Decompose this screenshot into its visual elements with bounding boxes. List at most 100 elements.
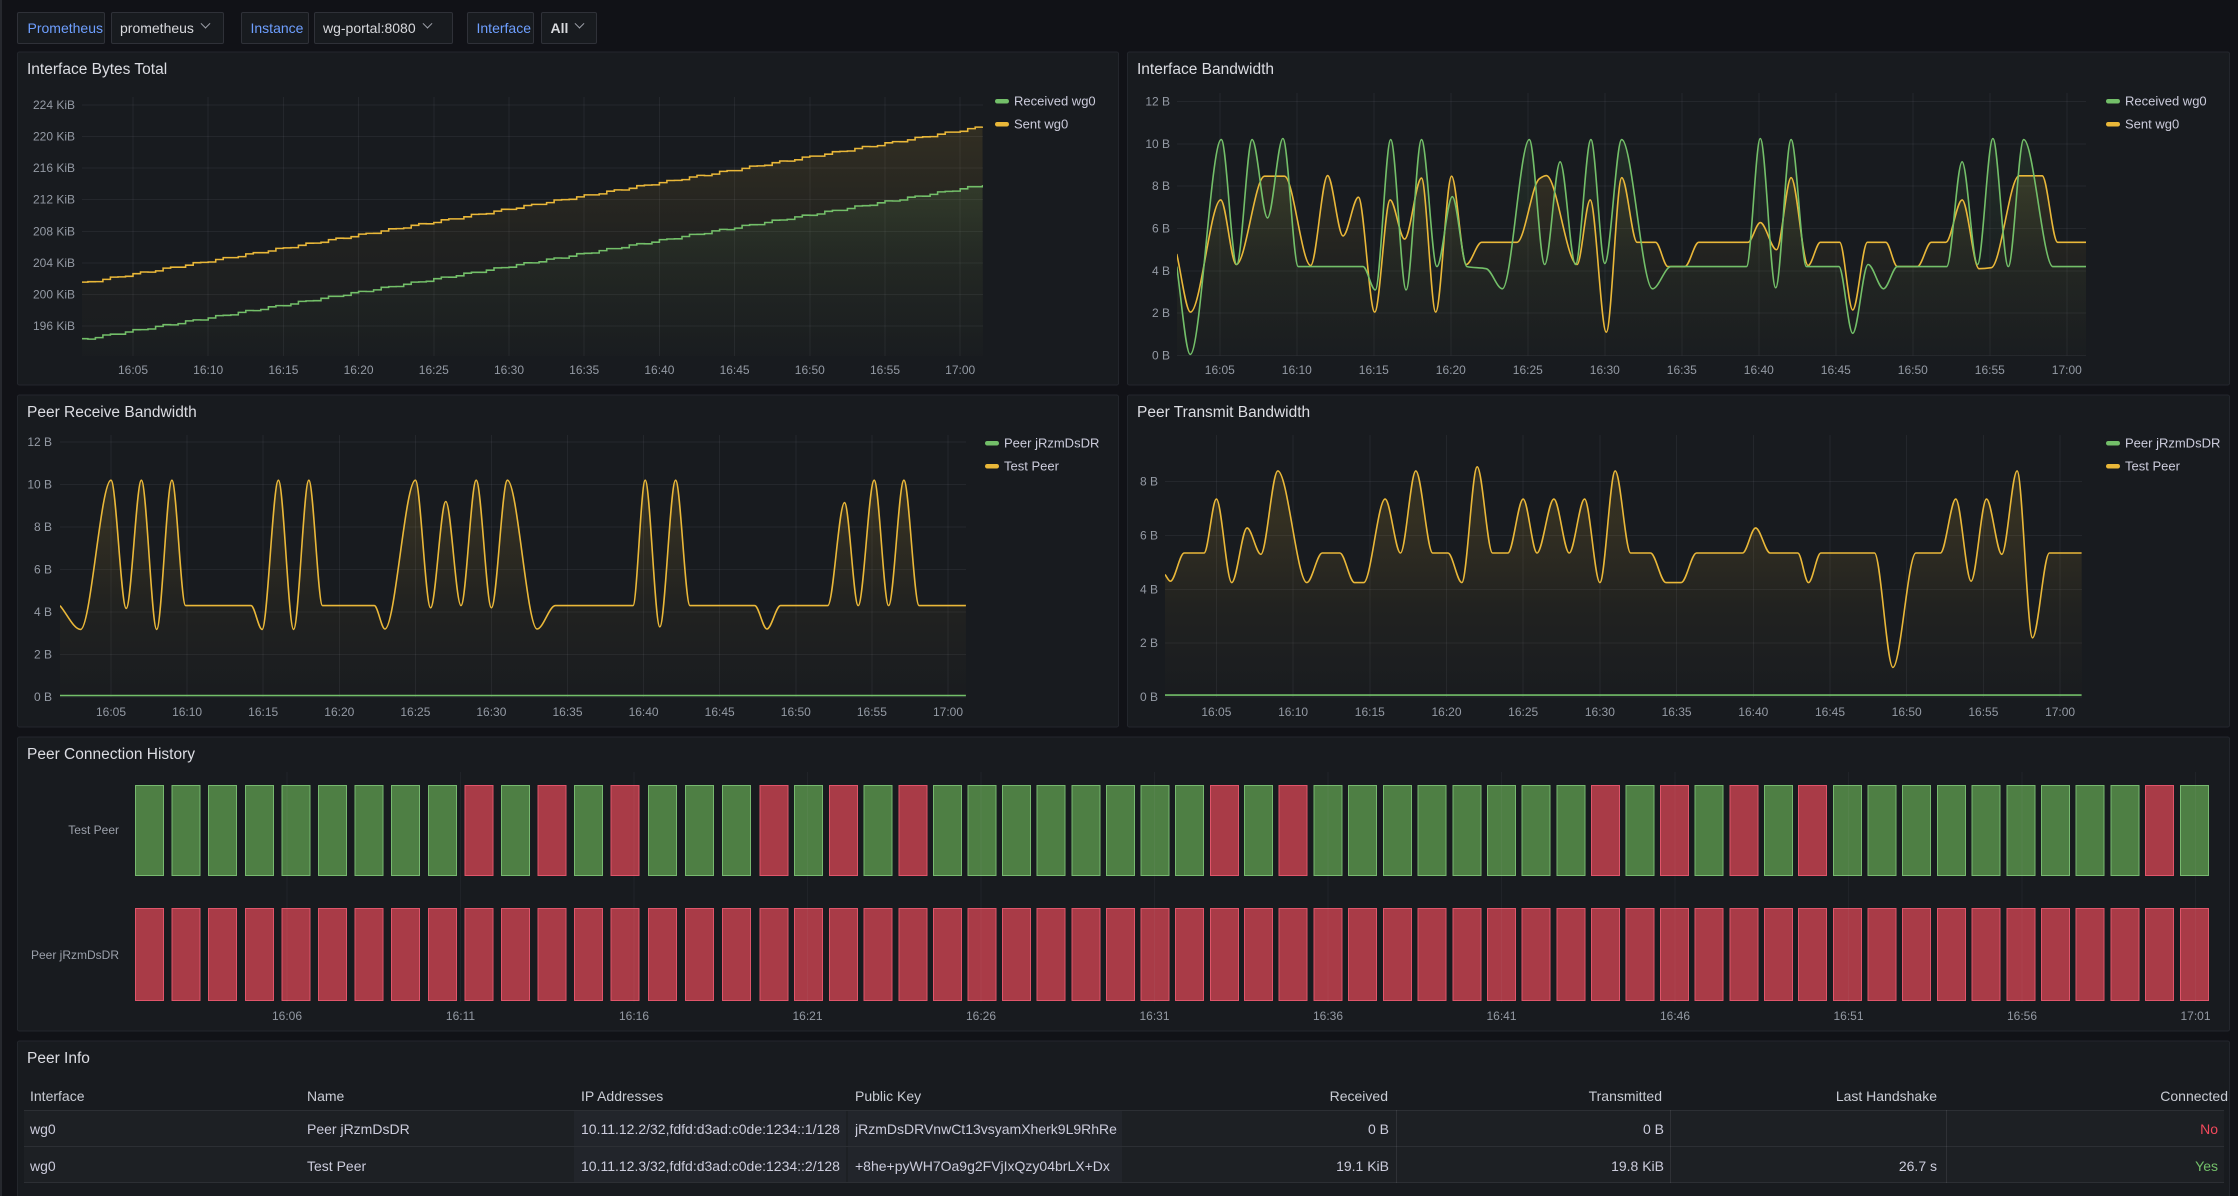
svg-text:16:15: 16:15 — [1359, 363, 1389, 377]
svg-text:16:50: 16:50 — [1892, 705, 1922, 719]
svg-text:208 KiB: 208 KiB — [33, 224, 75, 238]
svg-text:Peer Transmit Bandwidth: Peer Transmit Bandwidth — [1137, 404, 1310, 421]
svg-text:16:05: 16:05 — [1201, 705, 1231, 719]
svg-text:Test Peer: Test Peer — [1004, 459, 1060, 474]
svg-text:16:41: 16:41 — [1486, 1009, 1516, 1023]
svg-text:16:35: 16:35 — [1662, 705, 1692, 719]
svg-text:Received wg0: Received wg0 — [1014, 94, 1096, 109]
svg-text:16:51: 16:51 — [1833, 1009, 1863, 1023]
svg-text:16:25: 16:25 — [400, 705, 430, 719]
svg-text:Peer Info: Peer Info — [27, 1050, 90, 1067]
svg-text:Interface Bytes Total: Interface Bytes Total — [27, 61, 167, 78]
svg-text:Sent wg0: Sent wg0 — [2125, 117, 2179, 132]
svg-text:16:05: 16:05 — [118, 363, 148, 377]
svg-text:16:10: 16:10 — [1278, 705, 1308, 719]
svg-text:16:50: 16:50 — [781, 705, 811, 719]
svg-text:16:31: 16:31 — [1139, 1009, 1169, 1023]
svg-text:16:55: 16:55 — [1968, 705, 1998, 719]
svg-text:4 B: 4 B — [1140, 582, 1158, 596]
svg-text:6 B: 6 B — [1140, 529, 1158, 543]
svg-text:16:11: 16:11 — [446, 1009, 475, 1023]
svg-text:196 KiB: 196 KiB — [33, 319, 75, 333]
svg-text:12 B: 12 B — [1145, 95, 1170, 109]
svg-text:16:25: 16:25 — [1508, 705, 1538, 719]
svg-text:Interface Bandwidth: Interface Bandwidth — [1137, 61, 1274, 78]
svg-text:8 B: 8 B — [1140, 475, 1158, 489]
svg-text:16:46: 16:46 — [1660, 1009, 1690, 1023]
svg-text:16:20: 16:20 — [324, 705, 354, 719]
svg-text:17:00: 17:00 — [945, 363, 975, 377]
svg-text:216 KiB: 216 KiB — [33, 161, 75, 175]
svg-text:16:36: 16:36 — [1313, 1009, 1343, 1023]
svg-text:16:05: 16:05 — [96, 705, 126, 719]
svg-text:16:45: 16:45 — [720, 363, 750, 377]
svg-text:17:01: 17:01 — [2180, 1009, 2210, 1023]
svg-text:Peer jRzmDsDR: Peer jRzmDsDR — [1004, 436, 1099, 451]
svg-text:17:00: 17:00 — [2052, 363, 2082, 377]
svg-text:16:30: 16:30 — [476, 705, 506, 719]
svg-text:16:30: 16:30 — [494, 363, 524, 377]
svg-text:16:10: 16:10 — [193, 363, 223, 377]
svg-text:16:10: 16:10 — [172, 705, 202, 719]
svg-text:Peer jRzmDsDR: Peer jRzmDsDR — [2125, 436, 2220, 451]
svg-text:Test Peer: Test Peer — [2125, 459, 2181, 474]
svg-text:224 KiB: 224 KiB — [33, 98, 75, 112]
svg-text:16:20: 16:20 — [344, 363, 374, 377]
svg-text:0 B: 0 B — [1152, 349, 1170, 363]
svg-text:10 B: 10 B — [27, 478, 52, 492]
svg-text:16:50: 16:50 — [1898, 363, 1928, 377]
svg-text:Sent wg0: Sent wg0 — [1014, 117, 1068, 132]
svg-text:16:25: 16:25 — [419, 363, 449, 377]
svg-text:16:10: 16:10 — [1282, 363, 1312, 377]
svg-text:16:40: 16:40 — [1738, 705, 1768, 719]
svg-text:16:35: 16:35 — [552, 705, 582, 719]
svg-text:2 B: 2 B — [34, 648, 52, 662]
svg-text:16:06: 16:06 — [272, 1009, 302, 1023]
svg-text:16:21: 16:21 — [792, 1009, 822, 1023]
svg-text:16:16: 16:16 — [619, 1009, 649, 1023]
svg-text:16:45: 16:45 — [1815, 705, 1845, 719]
svg-text:16:40: 16:40 — [629, 705, 659, 719]
svg-text:16:40: 16:40 — [1744, 363, 1774, 377]
svg-text:16:30: 16:30 — [1590, 363, 1620, 377]
svg-text:16:15: 16:15 — [1355, 705, 1385, 719]
svg-text:17:00: 17:00 — [2045, 705, 2075, 719]
svg-text:204 KiB: 204 KiB — [33, 256, 75, 270]
svg-text:0 B: 0 B — [1140, 690, 1158, 704]
svg-text:16:56: 16:56 — [2007, 1009, 2037, 1023]
svg-text:Peer Connection History: Peer Connection History — [27, 746, 195, 763]
svg-text:16:25: 16:25 — [1513, 363, 1543, 377]
svg-text:Test Peer: Test Peer — [68, 823, 119, 837]
svg-text:16:15: 16:15 — [248, 705, 278, 719]
svg-text:212 KiB: 212 KiB — [33, 193, 75, 207]
svg-text:8 B: 8 B — [1152, 179, 1170, 193]
svg-text:Peer Receive Bandwidth: Peer Receive Bandwidth — [27, 404, 197, 421]
svg-text:8 B: 8 B — [34, 520, 52, 534]
svg-text:17:00: 17:00 — [933, 705, 963, 719]
svg-text:16:55: 16:55 — [1975, 363, 2005, 377]
svg-text:10 B: 10 B — [1145, 137, 1170, 151]
svg-text:16:55: 16:55 — [870, 363, 900, 377]
svg-text:12 B: 12 B — [27, 435, 52, 449]
svg-text:Peer jRzmDsDR: Peer jRzmDsDR — [31, 948, 119, 962]
svg-text:220 KiB: 220 KiB — [33, 130, 75, 144]
svg-text:16:26: 16:26 — [966, 1009, 996, 1023]
svg-text:2 B: 2 B — [1152, 306, 1170, 320]
svg-text:16:20: 16:20 — [1431, 705, 1461, 719]
svg-text:4 B: 4 B — [1152, 264, 1170, 278]
svg-text:16:50: 16:50 — [795, 363, 825, 377]
svg-text:16:05: 16:05 — [1205, 363, 1235, 377]
svg-text:6 B: 6 B — [34, 563, 52, 577]
svg-text:16:55: 16:55 — [857, 705, 887, 719]
svg-text:16:30: 16:30 — [1585, 705, 1615, 719]
svg-text:16:40: 16:40 — [644, 363, 674, 377]
svg-text:Received wg0: Received wg0 — [2125, 94, 2207, 109]
svg-text:16:20: 16:20 — [1436, 363, 1466, 377]
svg-text:16:15: 16:15 — [268, 363, 298, 377]
svg-text:16:35: 16:35 — [1667, 363, 1697, 377]
svg-text:16:45: 16:45 — [1821, 363, 1851, 377]
svg-text:2 B: 2 B — [1140, 636, 1158, 650]
svg-text:4 B: 4 B — [34, 605, 52, 619]
svg-text:16:45: 16:45 — [705, 705, 735, 719]
svg-text:6 B: 6 B — [1152, 222, 1170, 236]
